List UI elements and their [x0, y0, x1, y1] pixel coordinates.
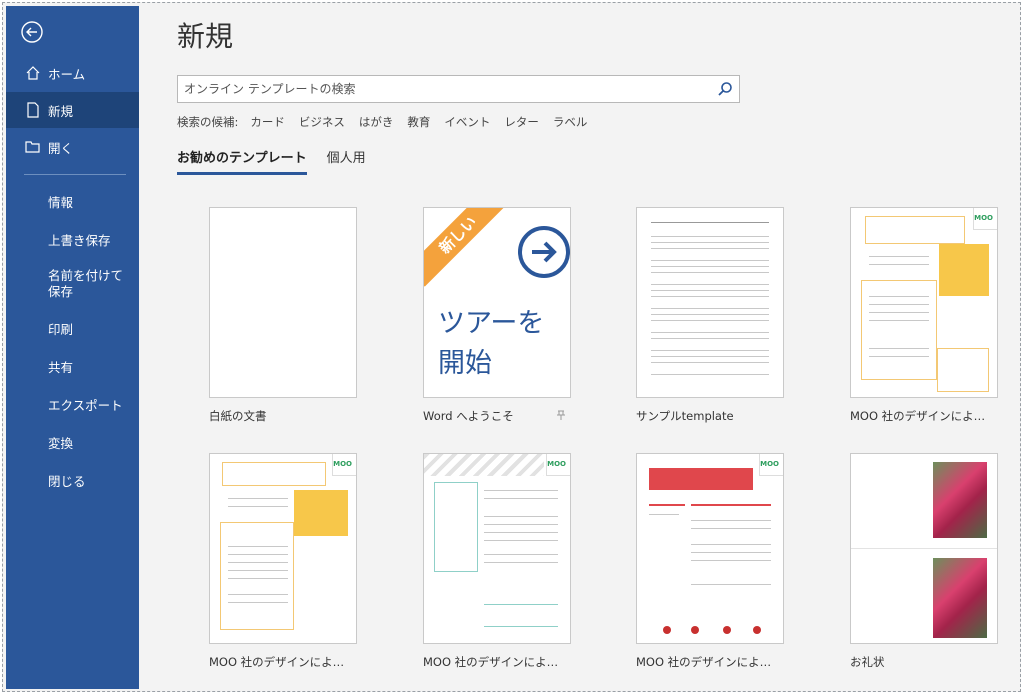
template-card-thank-you[interactable]: お礼状 [850, 453, 998, 670]
suggestions-label: 検索の候補: [177, 115, 239, 129]
template-thumbnail[interactable]: MOO [423, 453, 571, 644]
sidebar-item-label: 新規 [48, 103, 74, 119]
template-label: MOO 社のデザインによ… [423, 655, 559, 669]
sidebar-item-label: エクスポート [48, 397, 123, 413]
back-arrow-icon[interactable] [20, 20, 44, 44]
template-card-moo-1[interactable]: MOO MOO 社のデザインによ… [850, 207, 998, 424]
sidebar-item-print[interactable]: 印刷 [6, 310, 139, 346]
search-icon[interactable] [717, 81, 733, 97]
template-thumbnail[interactable]: 新しい ツアーを開始 [423, 207, 571, 398]
template-thumbnail[interactable] [209, 207, 357, 398]
arrow-right-icon [518, 226, 570, 278]
sidebar-item-label: 印刷 [48, 321, 74, 337]
template-card-blank[interactable]: 白紙の文書 [209, 207, 357, 424]
sidebar-item-home[interactable]: ホーム [6, 55, 139, 91]
suggestion-link[interactable]: カード [250, 114, 285, 130]
sidebar-item-label: 共有 [48, 359, 74, 375]
template-label: MOO 社のデザインによ… [209, 655, 345, 669]
moo-logo: MOO [974, 214, 993, 222]
template-card-sample[interactable]: サンプルtemplate [636, 207, 784, 424]
sidebar-item-label: 情報 [48, 194, 74, 210]
template-label: お礼状 [850, 655, 885, 669]
sidebar-item-label: 上書き保存 [48, 232, 111, 248]
sidebar-item-label: 閉じる [48, 473, 86, 489]
sidebar-item-save-as[interactable]: 名前を付けて保存 [48, 268, 128, 300]
sidebar-item-info[interactable]: 情報 [6, 183, 139, 219]
sidebar-item-transform[interactable]: 変換 [6, 424, 139, 460]
pin-icon[interactable] [557, 410, 565, 423]
sidebar-item-label: 変換 [48, 435, 74, 451]
sidebar-item-label: 開く [48, 140, 74, 156]
suggestion-link[interactable]: ラベル [553, 114, 588, 130]
page-title: 新規 [177, 20, 234, 53]
sidebar-item-save[interactable]: 上書き保存 [6, 221, 139, 257]
template-search-input[interactable] [178, 76, 698, 102]
template-label: サンプルtemplate [636, 409, 734, 423]
backstage-sidebar: ホーム 新規 開く 情報 上書き保存 名前を付けて保存 印刷 共有 エクスポート… [6, 6, 139, 689]
sidebar-item-label: 名前を付けて保存 [48, 268, 124, 299]
sidebar-item-new[interactable]: 新規 [6, 92, 139, 128]
moo-logo: MOO [547, 460, 566, 468]
template-thumbnail[interactable] [850, 453, 998, 644]
search-suggestions: 検索の候補: カード ビジネス はがき 教育 イベント レター ラベル [177, 114, 601, 130]
new-badge: 新しい [424, 208, 510, 287]
suggestion-link[interactable]: ビジネス [299, 114, 345, 130]
suggestion-link[interactable]: はがき [359, 114, 394, 130]
sidebar-divider [24, 174, 126, 175]
template-card-moo-4[interactable]: MOO MOO 社のデザインによ… [636, 453, 784, 670]
flower-image [933, 462, 987, 538]
open-folder-icon [24, 138, 42, 156]
new-document-pane: 新規 検索の候補: カード ビジネス はがき 教育 イベント レター ラベル お… [139, 6, 1019, 689]
template-label: MOO 社のデザインによ… [850, 409, 986, 423]
sidebar-item-close[interactable]: 閉じる [6, 462, 139, 498]
flower-image [933, 558, 987, 638]
template-thumbnail[interactable]: MOO [850, 207, 998, 398]
sidebar-item-export[interactable]: エクスポート [6, 386, 139, 422]
home-icon [24, 64, 42, 82]
tab-featured[interactable]: お勧めのテンプレート [177, 147, 307, 175]
moo-logo: MOO [760, 460, 779, 468]
new-document-icon [24, 101, 42, 119]
template-search-box [177, 75, 740, 103]
template-tabs: お勧めのテンプレート 個人用 [177, 147, 386, 175]
template-card-moo-2[interactable]: MOO MOO 社のデザインによ… [209, 453, 357, 670]
template-thumbnail[interactable]: MOO [636, 453, 784, 644]
template-card-moo-3[interactable]: MOO MOO 社のデザインによ… [423, 453, 571, 670]
suggestion-link[interactable]: レター [504, 114, 539, 130]
template-card-welcome[interactable]: 新しい ツアーを開始 Word へようこそ [423, 207, 571, 424]
template-label: Word へようこそ [423, 409, 514, 423]
template-thumbnail[interactable]: MOO [209, 453, 357, 644]
template-label: MOO 社のデザインによ… [636, 655, 772, 669]
sidebar-item-open[interactable]: 開く [6, 129, 139, 165]
template-label: 白紙の文書 [209, 409, 267, 423]
suggestion-link[interactable]: 教育 [407, 114, 430, 130]
sidebar-item-share[interactable]: 共有 [6, 348, 139, 384]
sidebar-item-label: ホーム [48, 66, 86, 82]
tour-text: ツアーを開始 [438, 308, 545, 379]
tab-personal[interactable]: 個人用 [327, 147, 366, 175]
moo-logo: MOO [333, 460, 352, 468]
suggestion-link[interactable]: イベント [444, 114, 490, 130]
template-thumbnail[interactable] [636, 207, 784, 398]
